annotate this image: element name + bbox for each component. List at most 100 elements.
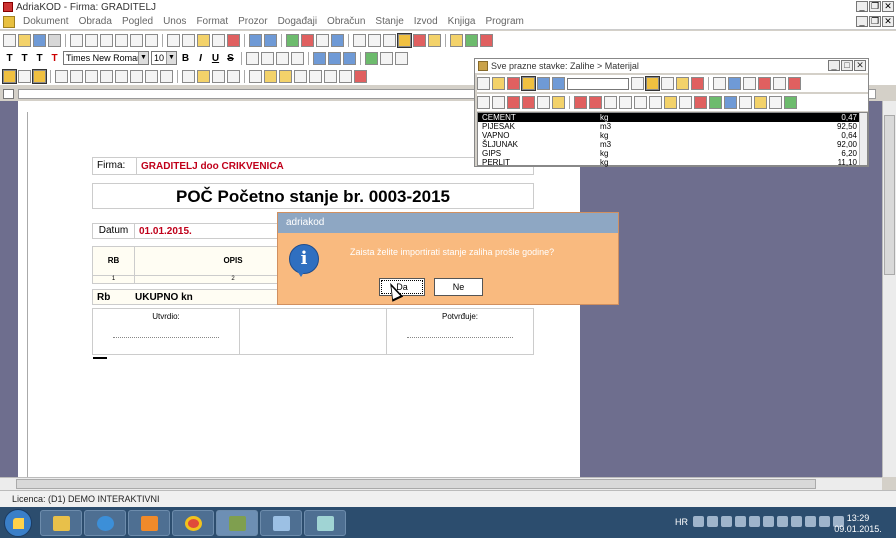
clock[interactable]: 13:29 09.01.2015. xyxy=(832,513,884,535)
paragraph-icon[interactable] xyxy=(32,68,47,84)
border-all-icon[interactable] xyxy=(309,69,322,83)
menu-prozor[interactable]: Prozor xyxy=(233,16,272,27)
tray-icon[interactable] xyxy=(791,516,802,527)
doc-list-icon[interactable] xyxy=(649,96,662,109)
menu-izvod[interactable]: Izvod xyxy=(409,16,443,27)
no-button[interactable]: Ne xyxy=(434,278,483,296)
tray-icon[interactable] xyxy=(763,516,774,527)
grid-icon[interactable] xyxy=(331,33,344,47)
search-icon[interactable] xyxy=(397,32,412,48)
page-11-icon[interactable] xyxy=(130,33,143,47)
transfer-icon[interactable] xyxy=(522,96,535,109)
refresh-icon[interactable] xyxy=(286,33,299,47)
report-icon[interactable] xyxy=(694,96,707,109)
view-list-icon[interactable] xyxy=(645,76,660,91)
zoom-in-icon[interactable] xyxy=(85,33,98,47)
subscript-icon[interactable] xyxy=(85,69,98,83)
border-color-icon[interactable] xyxy=(264,69,277,83)
home-icon[interactable] xyxy=(301,33,314,47)
menu-format[interactable]: Format xyxy=(191,16,233,27)
list-item[interactable]: PIJESAK m3 92,50 xyxy=(478,122,859,131)
tray-icon[interactable] xyxy=(707,516,718,527)
menu-dogadaji[interactable]: Događaji xyxy=(273,16,322,27)
cut-icon[interactable] xyxy=(167,33,180,47)
panel-search-input[interactable] xyxy=(567,77,629,90)
font-smaller-icon[interactable] xyxy=(70,69,83,83)
insert-field-icon[interactable] xyxy=(182,69,195,83)
check-icon[interactable] xyxy=(465,33,478,47)
edit-mode-icon[interactable] xyxy=(2,68,17,84)
undo-icon[interactable] xyxy=(249,33,262,47)
settings-icon[interactable] xyxy=(769,96,782,109)
list-item[interactable]: VAPNO kg 0,64 xyxy=(478,131,859,140)
list-icon[interactable] xyxy=(316,33,329,47)
border-inner-icon[interactable] xyxy=(339,69,352,83)
list-scrollbar[interactable] xyxy=(859,113,867,165)
insert-object-icon[interactable] xyxy=(212,69,225,83)
dialog-title[interactable]: adriakod xyxy=(278,213,618,233)
text-style-icon[interactable]: T xyxy=(3,53,16,64)
vertical-scrollbar[interactable] xyxy=(882,101,896,477)
fill-icon[interactable] xyxy=(365,51,378,65)
list-item[interactable]: PERLIT kg 11,10 xyxy=(478,158,859,167)
maximize-icon[interactable]: □ xyxy=(841,60,853,71)
tray-icon[interactable] xyxy=(693,516,704,527)
text-color-icon[interactable]: T xyxy=(48,53,61,64)
redo-icon[interactable] xyxy=(264,33,277,47)
horizontal-scrollbar[interactable] xyxy=(0,477,882,490)
border-red-icon[interactable] xyxy=(354,69,367,83)
list-item[interactable]: ŠLJUNAK m3 92,00 xyxy=(478,140,859,149)
font-family-select[interactable]: Times New Roman ▼ xyxy=(63,51,149,65)
copy-icon[interactable] xyxy=(182,33,195,47)
border-left-icon[interactable] xyxy=(294,69,307,83)
menu-obracun[interactable]: Obračun xyxy=(322,16,370,27)
cancel-icon[interactable] xyxy=(480,33,493,47)
ruler-corner[interactable] xyxy=(3,89,14,99)
grid-icon[interactable] xyxy=(492,96,505,109)
menu-dokument[interactable]: Dokument xyxy=(18,16,74,27)
table-icon[interactable] xyxy=(18,69,31,83)
taskbar-app-7[interactable] xyxy=(304,510,346,536)
align-left-icon[interactable] xyxy=(246,51,259,65)
view-cards-icon[interactable] xyxy=(676,77,689,90)
print-preview-icon[interactable] xyxy=(70,33,83,47)
taskbar-ie[interactable] xyxy=(84,510,126,536)
undo-icon[interactable] xyxy=(728,77,741,90)
menu-pogled[interactable]: Pogled xyxy=(117,16,158,27)
datum-value[interactable]: 01.01.2015. xyxy=(135,226,192,237)
brush-icon[interactable] xyxy=(380,51,393,65)
tray-icon[interactable] xyxy=(777,516,788,527)
bullet-list-icon[interactable] xyxy=(130,69,143,83)
phone-icon[interactable] xyxy=(743,77,756,90)
delete-icon[interactable] xyxy=(227,33,240,47)
find-icon[interactable] xyxy=(383,33,396,47)
panel-title-bar[interactable]: Sve prazne stavke: Zalihe > Materijal _ … xyxy=(475,59,868,73)
help-icon[interactable] xyxy=(450,33,463,47)
binoculars-icon[interactable] xyxy=(631,77,644,90)
border-fill-icon[interactable] xyxy=(279,69,292,83)
tray-icon[interactable] xyxy=(721,516,732,527)
italic-icon[interactable]: I xyxy=(194,53,207,64)
pen-icon[interactable] xyxy=(428,33,441,47)
menu-unos[interactable]: Unos xyxy=(158,16,191,27)
two-pages-icon[interactable] xyxy=(145,33,158,47)
border-box-icon[interactable] xyxy=(324,69,337,83)
print-icon[interactable] xyxy=(48,33,61,47)
border-none-icon[interactable] xyxy=(249,69,262,83)
document-menu-icon[interactable] xyxy=(3,15,15,28)
person-icon[interactable] xyxy=(754,96,767,109)
window-icon[interactable] xyxy=(353,33,366,47)
valign-top-icon[interactable] xyxy=(313,51,326,65)
calculator-icon[interactable] xyxy=(773,77,786,90)
doc-icon[interactable] xyxy=(619,96,632,109)
taskbar-app-6[interactable] xyxy=(260,510,302,536)
taskbar-media-player[interactable] xyxy=(128,510,170,536)
minimize-icon[interactable]: _ xyxy=(828,60,840,71)
import-icon[interactable] xyxy=(664,96,677,109)
start-button[interactable] xyxy=(4,509,32,537)
volume-icon[interactable] xyxy=(819,516,830,527)
list-item[interactable]: CEMENT kg 0,47 xyxy=(478,113,859,122)
pointer-icon[interactable] xyxy=(477,96,490,109)
valign-bottom-icon[interactable] xyxy=(343,51,356,65)
stack-icon[interactable] xyxy=(552,96,565,109)
